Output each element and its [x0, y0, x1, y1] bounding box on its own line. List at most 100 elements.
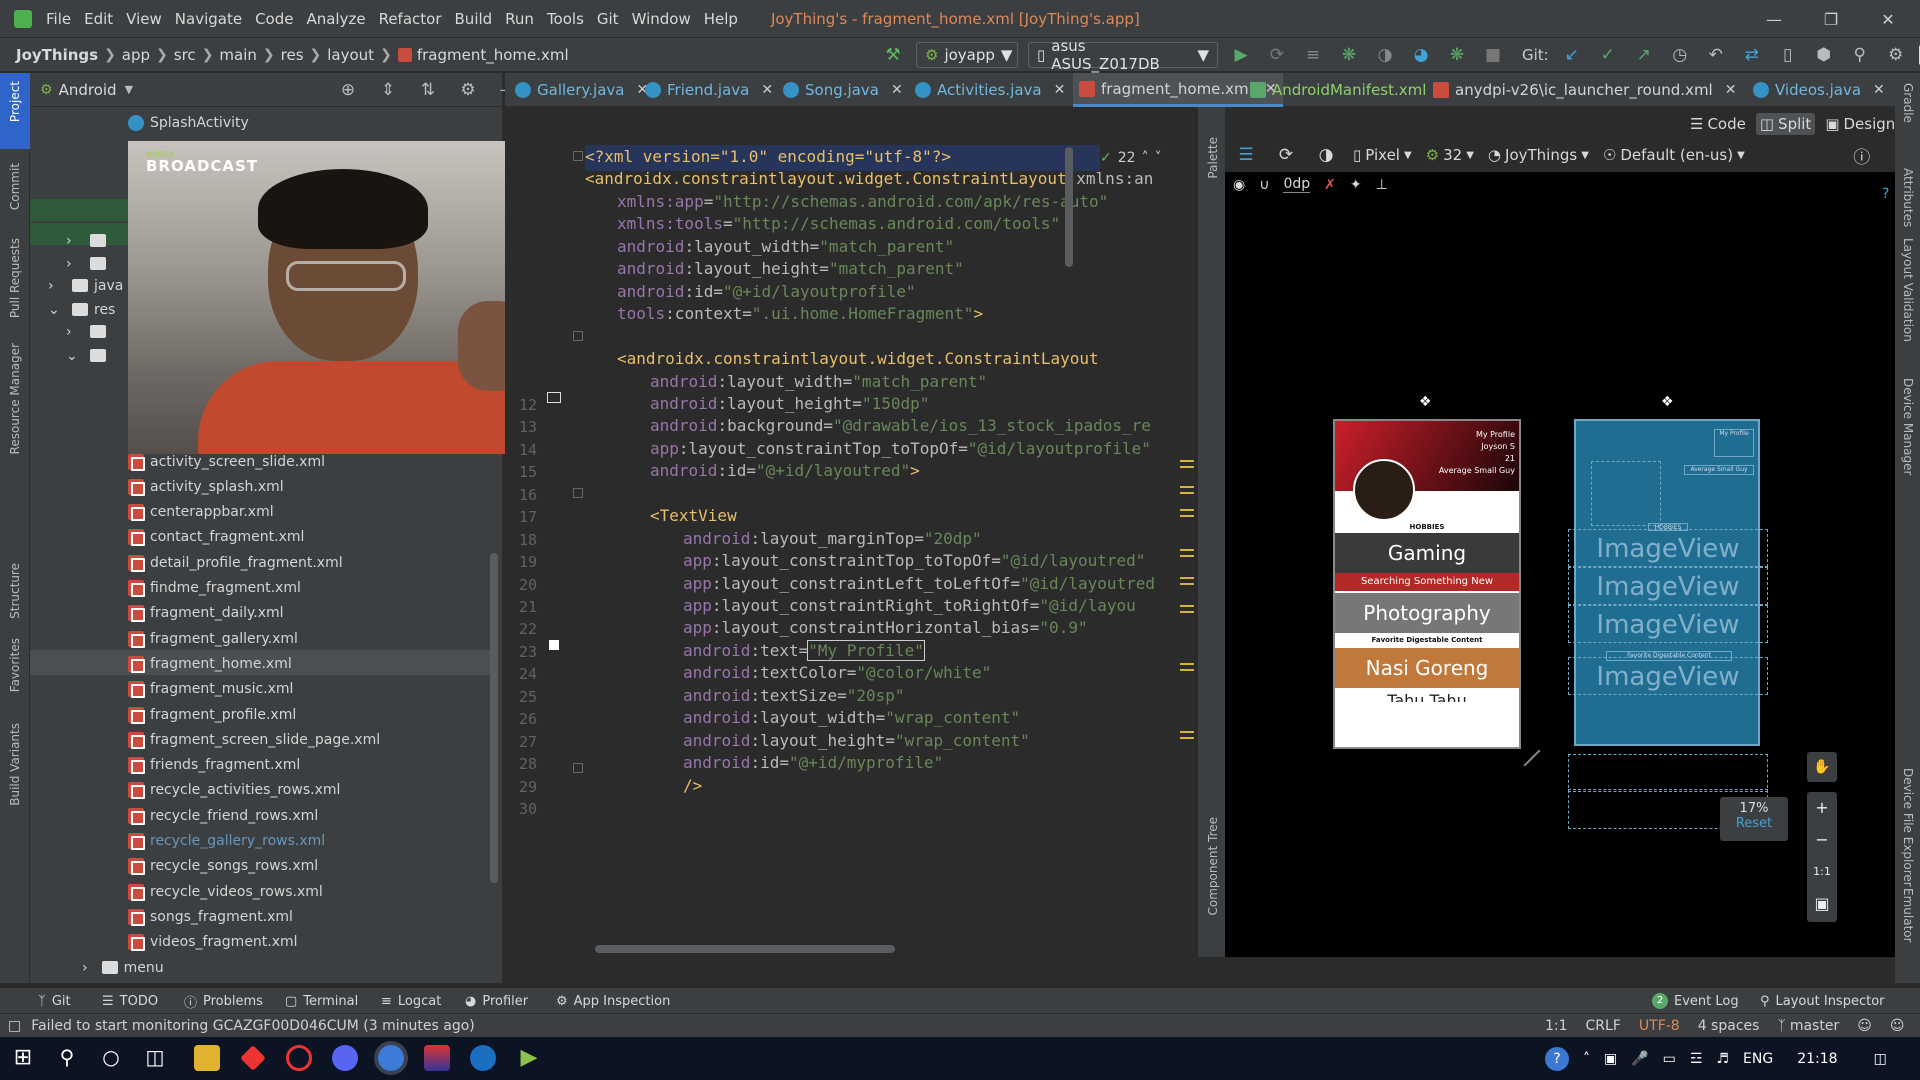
- theme-selector[interactable]: ◔ JoyThings ▼: [1488, 146, 1589, 164]
- code-line[interactable]: android:layout_marginTop="20dp": [683, 529, 982, 548]
- sdk-manager-icon[interactable]: ⬢: [1811, 42, 1837, 68]
- code-line[interactable]: <?xml version="1.0" encoding="utf-8"?>: [585, 147, 951, 166]
- logcat-tool-button[interactable]: ≡ Logcat: [381, 988, 441, 1014]
- warning-marker[interactable]: [1180, 549, 1194, 557]
- warning-marker[interactable]: [1180, 577, 1194, 585]
- help-icon[interactable]: ?: [1882, 186, 1889, 202]
- chevron-down-icon[interactable]: ˅: [1155, 150, 1162, 166]
- language-indicator[interactable]: ENG: [1743, 1051, 1773, 1067]
- battery-icon[interactable]: ▭: [1663, 1051, 1676, 1067]
- git-update-icon[interactable]: ↙: [1559, 42, 1585, 68]
- breadcrumb-item[interactable]: src: [174, 46, 196, 64]
- debug-icon[interactable]: ❋: [1336, 42, 1362, 68]
- code-line[interactable]: android:textSize="20sp": [683, 686, 905, 705]
- git-tool-button[interactable]: ᛉ Git: [38, 988, 71, 1014]
- code-line[interactable]: android:layout_width="match_parent": [617, 237, 954, 256]
- tree-file-item[interactable]: friends_fragment.xml: [128, 753, 300, 778]
- tool-tab-device-file-explorer[interactable]: Device File Explorer: [1895, 768, 1920, 887]
- tree-file-item[interactable]: fragment_profile.xml: [128, 702, 296, 727]
- tree-file-item[interactable]: songs_fragment.xml: [128, 904, 293, 929]
- tool-tab-commit[interactable]: Commit: [2, 163, 28, 210]
- tool-tab-gradle[interactable]: Gradle: [1895, 83, 1920, 123]
- editor-tab[interactable]: Activities.java ✕: [915, 73, 1065, 107]
- menu-item-edit[interactable]: Edit: [84, 10, 113, 28]
- breadcrumb-item[interactable]: JoyThings: [16, 46, 98, 64]
- split-view-button[interactable]: ◫ Split: [1755, 113, 1816, 135]
- steam-icon[interactable]: [470, 1045, 496, 1071]
- git-commit-icon[interactable]: ✓: [1595, 42, 1621, 68]
- pan-hand-icon[interactable]: ✋: [1807, 752, 1837, 782]
- tool-tab-resource-manager[interactable]: Resource Manager: [2, 343, 28, 454]
- warning-marker[interactable]: [1180, 663, 1194, 671]
- indent-setting[interactable]: 4 spaces: [1698, 1018, 1760, 1034]
- gear-icon[interactable]: ⚙: [1883, 42, 1909, 68]
- menu-item-help[interactable]: Help: [704, 10, 738, 28]
- tool-tab-device-manager[interactable]: Device Manager: [1895, 378, 1920, 475]
- close-tab-icon[interactable]: ✕: [1873, 82, 1885, 98]
- profile-icon[interactable]: ◕: [1408, 42, 1434, 68]
- breadcrumb-item[interactable]: fragment_home.xml: [417, 46, 569, 64]
- cortana-icon[interactable]: ○: [98, 1045, 124, 1071]
- tree-file-item[interactable]: fragment_music.xml: [128, 677, 293, 702]
- fold-icon[interactable]: [573, 151, 583, 161]
- history-icon[interactable]: ◷: [1667, 42, 1693, 68]
- status-window-icon[interactable]: □: [8, 1018, 21, 1034]
- menu-item-analyze[interactable]: Analyze: [306, 10, 365, 28]
- clock[interactable]: 21:18: [1797, 1051, 1837, 1067]
- tool-tab-emulator[interactable]: Emulator: [1895, 888, 1920, 943]
- tree-file-item[interactable]: fragment_daily.xml: [128, 601, 284, 626]
- event-log-tool-button[interactable]: 2 Event Log: [1652, 988, 1739, 1014]
- rollback-icon[interactable]: ↶: [1703, 42, 1729, 68]
- microphone-icon[interactable]: 🎤: [1631, 1051, 1648, 1067]
- inspection-widget[interactable]: ✓ 22 ˄ ˅: [1100, 145, 1162, 171]
- caret-position[interactable]: 1:1: [1545, 1018, 1568, 1034]
- close-tab-icon[interactable]: ✕: [761, 82, 773, 98]
- android-studio-icon[interactable]: ▶: [516, 1045, 542, 1071]
- zoom-one-to-one-button[interactable]: 1:1: [1807, 856, 1837, 888]
- editor-tab[interactable]: anydpi-v26\ic_launcher_round.xml ✕: [1433, 73, 1736, 107]
- tree-file-item[interactable]: videos_fragment.xml: [128, 930, 298, 955]
- device-selector[interactable]: ▯ Pixel ▼: [1353, 146, 1412, 164]
- menu-item-run[interactable]: Run: [505, 10, 534, 28]
- fold-icon[interactable]: [573, 763, 583, 773]
- night-mode-icon[interactable]: ◑: [1313, 142, 1339, 168]
- code-line[interactable]: <androidx.constraintlayout.widget.Constr…: [617, 349, 1099, 368]
- tree-folder[interactable]: › java: [48, 273, 123, 298]
- tree-file-item[interactable]: fragment_gallery.xml: [128, 626, 298, 651]
- zoom-reset-link[interactable]: Reset: [1720, 816, 1788, 831]
- tree-file-item[interactable]: recycle_songs_rows.xml: [128, 854, 318, 879]
- code-line[interactable]: android:text="My Profile": [683, 639, 925, 661]
- todo-tool-button[interactable]: ☰ TODO: [102, 988, 158, 1014]
- code-line[interactable]: app:layout_constraintHorizontal_bias="0.…: [683, 618, 1088, 637]
- file-explorer-icon[interactable]: [194, 1045, 220, 1071]
- guidelines-icon[interactable]: ⊥: [1376, 177, 1388, 193]
- anydesk-icon[interactable]: [240, 1045, 266, 1071]
- code-line[interactable]: <TextView: [650, 506, 737, 525]
- code-line[interactable]: xmlns:app="http://schemas.android.com/ap…: [617, 192, 1108, 211]
- fold-icon[interactable]: [573, 488, 583, 498]
- app-icon[interactable]: [424, 1045, 450, 1071]
- menu-item-code[interactable]: Code: [255, 10, 293, 28]
- editor-tab[interactable]: Videos.java ✕: [1753, 73, 1885, 107]
- tool-tab-favorites[interactable]: Favorites: [2, 638, 28, 692]
- warning-marker[interactable]: [1180, 486, 1194, 494]
- tree-scrollbar[interactable]: [490, 553, 498, 883]
- warning-marker[interactable]: [1180, 509, 1194, 517]
- clear-constraints-icon[interactable]: ✗: [1324, 177, 1336, 193]
- blueprint-preview[interactable]: My Profile Average Small Guy HOBBIES Ima…: [1568, 419, 1768, 746]
- zoom-to-fit-icon[interactable]: ▣: [1807, 888, 1837, 920]
- orientation-icon[interactable]: ⟳: [1273, 142, 1299, 168]
- code-view-button[interactable]: ☰ Code: [1690, 115, 1746, 133]
- menu-item-navigate[interactable]: Navigate: [175, 10, 242, 28]
- magnet-icon[interactable]: ∪: [1259, 177, 1269, 193]
- git-push-icon[interactable]: ↗: [1631, 42, 1657, 68]
- tool-tab-layout-validation[interactable]: Layout Validation: [1895, 238, 1920, 342]
- close-tab-icon[interactable]: ✕: [1725, 82, 1737, 98]
- info-icon[interactable]: ⓘ: [1849, 142, 1875, 168]
- tree-item-splashactivity[interactable]: SplashActivity: [128, 110, 249, 135]
- warning-marker[interactable]: [1180, 731, 1194, 739]
- gear-icon[interactable]: ⚙: [455, 77, 481, 103]
- breadcrumb-item[interactable]: app: [122, 46, 150, 64]
- collapse-all-icon[interactable]: ⇅: [415, 77, 441, 103]
- layout-inspector-tool-button[interactable]: ⚲ Layout Inspector: [1760, 988, 1885, 1014]
